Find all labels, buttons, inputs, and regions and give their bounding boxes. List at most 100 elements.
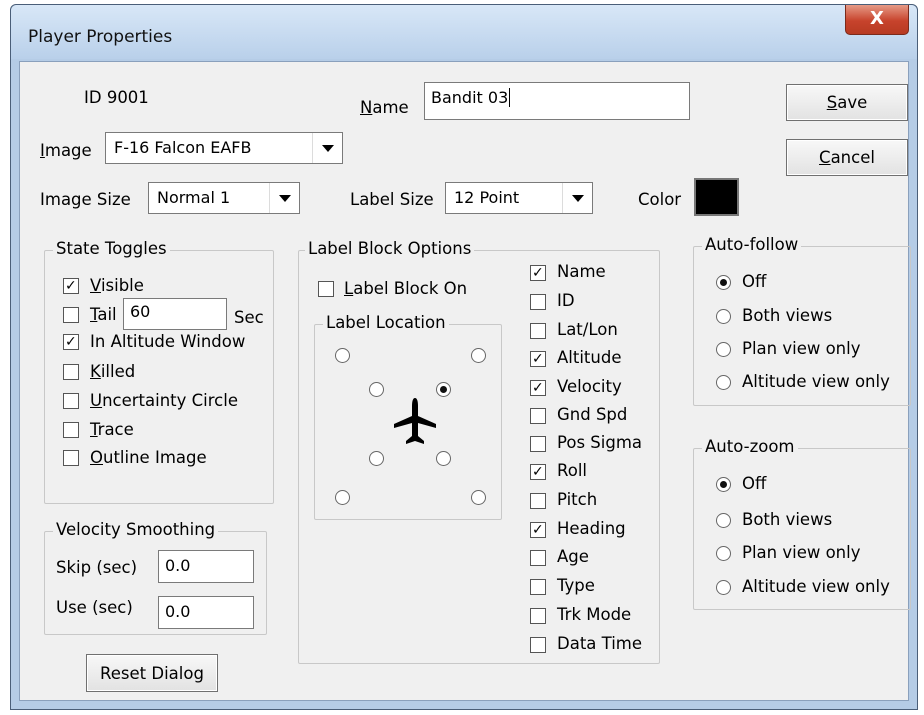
image-size-label: Image Size	[40, 190, 131, 209]
checkmark-icon: ✓	[532, 380, 544, 396]
save-button[interactable]: Save	[786, 84, 908, 121]
location-top-left-radio[interactable]	[335, 348, 350, 363]
label-block-on-checkbox[interactable]	[318, 281, 334, 297]
name-input[interactable]: Bandit 03	[424, 82, 690, 120]
auto-zoom-plan-view-radio[interactable]	[716, 546, 731, 561]
use-label: Use (sec)	[56, 598, 133, 617]
checkmark-icon: ✓	[532, 522, 544, 538]
velocity-smoothing-title: Velocity Smoothing	[53, 520, 219, 539]
dialog-body: ID 9001 Name Bandit 03 Save Image F-16 F…	[19, 61, 911, 701]
skip-label: Skip (sec)	[56, 558, 138, 577]
auto-zoom-off-label: Off	[742, 474, 767, 493]
auto-follow-both-views-label: Both views	[742, 306, 833, 325]
field-pos-sigma-checkbox[interactable]	[530, 436, 546, 452]
auto-follow-plan-view-label: Plan view only	[742, 339, 861, 358]
skip-input-value: 0.0	[165, 556, 191, 575]
image-select-value: F-16 Falcon EAFB	[114, 138, 252, 157]
outline-image-label: Outline Image	[90, 448, 207, 467]
location-near-left-radio[interactable]	[369, 382, 384, 397]
location-lower-right-radio[interactable]	[436, 451, 451, 466]
skip-input[interactable]: 0.0	[158, 550, 254, 583]
window-title: Player Properties	[28, 27, 173, 47]
player-properties-window: Player Properties X ID 9001 Name Bandit …	[10, 4, 918, 710]
location-lower-left-radio[interactable]	[369, 451, 384, 466]
cancel-button-label: Cancel	[819, 148, 875, 167]
auto-zoom-plan-view-label: Plan view only	[742, 543, 861, 562]
image-label: Image	[40, 141, 92, 160]
field-gnd-spd-checkbox[interactable]	[530, 408, 546, 424]
auto-follow-altitude-view-radio[interactable]	[716, 375, 731, 390]
trace-checkbox[interactable]	[63, 422, 79, 438]
field-trk-mode-checkbox[interactable]	[530, 608, 546, 624]
field-id-checkbox[interactable]	[530, 294, 546, 310]
field-altitude-label: Altitude	[557, 348, 622, 367]
field-type-label: Type	[557, 576, 595, 595]
visible-checkbox[interactable]: ✓	[63, 278, 79, 294]
field-pitch-checkbox[interactable]	[530, 493, 546, 509]
auto-zoom-off-radio[interactable]	[716, 477, 731, 492]
player-id: ID 9001	[84, 88, 149, 107]
field-altitude-checkbox[interactable]: ✓	[530, 351, 546, 367]
tail-label: Tail	[90, 305, 117, 324]
image-size-select[interactable]: Normal 1	[148, 182, 300, 214]
field-pitch-label: Pitch	[557, 490, 598, 509]
auto-follow-both-views-radio[interactable]	[716, 309, 731, 324]
field-type-checkbox[interactable]	[530, 579, 546, 595]
field-trk-mode-label: Trk Mode	[557, 605, 632, 624]
field-id-label: ID	[557, 291, 575, 310]
radio-dot	[720, 279, 727, 286]
close-button[interactable]: X	[845, 5, 909, 35]
visible-label: Visible	[90, 276, 144, 295]
airplane-icon	[394, 398, 436, 444]
reset-dialog-button[interactable]: Reset Dialog	[86, 654, 218, 692]
use-input[interactable]: 0.0	[158, 596, 254, 629]
auto-zoom-altitude-view-radio[interactable]	[716, 580, 731, 595]
label-block-options-title: Label Block Options	[305, 239, 475, 258]
name-label: Name	[360, 98, 409, 117]
label-block-on-label: Label Block On	[344, 279, 468, 298]
image-select[interactable]: F-16 Falcon EAFB	[105, 132, 343, 164]
field-heading-checkbox[interactable]: ✓	[530, 522, 546, 538]
auto-follow-off-label: Off	[742, 272, 767, 291]
tail-checkbox[interactable]	[63, 307, 79, 323]
checkmark-icon: ✓	[532, 464, 544, 480]
location-top-right-radio[interactable]	[471, 348, 486, 363]
name-input-value: Bandit 03	[431, 88, 509, 107]
field-data-time-checkbox[interactable]	[530, 637, 546, 653]
tail-seconds-input[interactable]: 60	[123, 298, 227, 330]
radio-dot	[720, 481, 727, 488]
field-pos-sigma-label: Pos Sigma	[557, 433, 643, 452]
chevron-down-icon[interactable]	[312, 133, 342, 163]
field-age-checkbox[interactable]	[530, 550, 546, 566]
auto-zoom-both-views-radio[interactable]	[716, 513, 731, 528]
field-velocity-checkbox[interactable]: ✓	[530, 380, 546, 396]
location-bottom-right-radio[interactable]	[471, 490, 486, 505]
killed-checkbox[interactable]	[63, 364, 79, 380]
field-name-checkbox[interactable]: ✓	[530, 265, 546, 281]
auto-follow-off-radio[interactable]	[716, 275, 731, 290]
auto-zoom-both-views-label: Both views	[742, 510, 833, 529]
color-label: Color	[638, 190, 682, 209]
in-altitude-window-checkbox[interactable]: ✓	[63, 334, 79, 350]
checkmark-icon: ✓	[65, 334, 77, 350]
chevron-down-icon[interactable]	[269, 183, 299, 213]
chevron-down-icon[interactable]	[562, 183, 592, 213]
label-size-select[interactable]: 12 Point	[445, 182, 593, 214]
field-latlon-label: Lat/Lon	[557, 320, 618, 339]
outline-image-checkbox[interactable]	[63, 450, 79, 466]
killed-label: Killed	[90, 362, 136, 381]
checkmark-icon: ✓	[65, 278, 77, 294]
location-bottom-left-radio[interactable]	[335, 490, 350, 505]
cancel-button[interactable]: Cancel	[786, 139, 908, 176]
radio-dot	[440, 386, 447, 393]
title-bar[interactable]: Player Properties X	[11, 5, 917, 59]
field-latlon-checkbox[interactable]	[530, 323, 546, 339]
color-swatch[interactable]	[694, 178, 739, 216]
field-heading-label: Heading	[557, 519, 626, 538]
location-near-right-radio[interactable]	[436, 382, 451, 397]
field-roll-checkbox[interactable]: ✓	[530, 464, 546, 480]
uncertainty-circle-checkbox[interactable]	[63, 393, 79, 409]
auto-follow-plan-view-radio[interactable]	[716, 342, 731, 357]
field-data-time-label: Data Time	[557, 634, 643, 653]
auto-zoom-title: Auto-zoom	[702, 437, 798, 456]
